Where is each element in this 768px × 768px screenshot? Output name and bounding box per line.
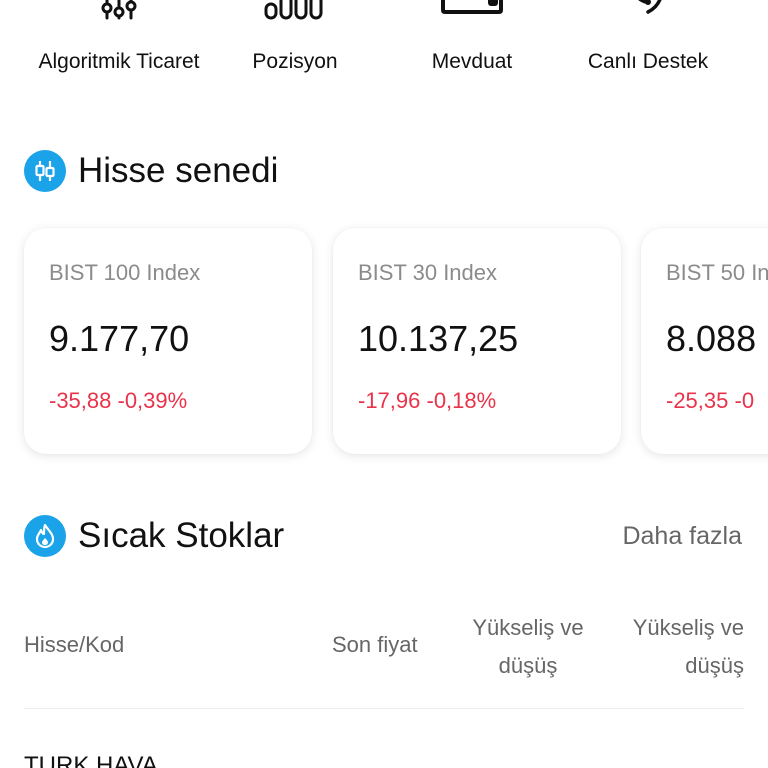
- section-title: Hisse senedi: [78, 151, 279, 190]
- column-header-line: Yükseliş ve: [472, 615, 584, 640]
- column-header-change-percent[interactable]: Yükseliş ve düşüş: [600, 609, 744, 685]
- index-change: -25,35 -0: [666, 388, 755, 413]
- column-header-last-price[interactable]: Son fiyat: [332, 626, 418, 664]
- index-change: -17,96 -0,18%: [358, 388, 497, 413]
- wallet-icon: [441, 0, 503, 14]
- index-card[interactable]: BIST 50 Index 8.088 -25,35 -0: [641, 228, 768, 454]
- index-value: 10.137,25: [358, 318, 519, 359]
- index-cards: BIST 100 Index 9.177,70 -35,88 -0,39% BI…: [0, 228, 768, 458]
- column-header-line: düşüş: [498, 653, 558, 678]
- quick-action-label: Pozisyon: [252, 50, 338, 73]
- index-value: 8.088: [666, 318, 757, 359]
- divider: [24, 708, 744, 709]
- app-page: Algoritmik Ticaret Pozisyon Mevduat Canl…: [0, 0, 768, 768]
- headset-icon: [638, 0, 662, 14]
- sliders-icon: [101, 0, 137, 20]
- more-link[interactable]: Daha fazla: [622, 522, 742, 551]
- quick-actions: Algoritmik Ticaret Pozisyon Mevduat Canl…: [0, 0, 768, 90]
- flame-icon: [24, 515, 66, 557]
- column-header-name[interactable]: Hisse/Kod: [24, 626, 124, 664]
- index-name: BIST 30 Index: [358, 260, 498, 285]
- index-card[interactable]: BIST 30 Index 10.137,25 -17,96 -0,18%: [333, 228, 621, 454]
- index-name: BIST 50 Index: [666, 260, 768, 285]
- candlestick-icon: [24, 150, 66, 192]
- quick-action-label: Canlı Destek: [587, 50, 709, 73]
- index-card[interactable]: BIST 100 Index 9.177,70 -35,88 -0,39%: [24, 228, 312, 454]
- column-header-line: Yükseliş ve: [632, 615, 744, 640]
- stock-row-name[interactable]: TURK HAVA: [24, 752, 158, 768]
- quick-action-label: Algoritmik Ticaret: [38, 50, 200, 73]
- column-header-change[interactable]: Yükseliş ve düşüş: [458, 609, 598, 685]
- column-header-line: düşüş: [685, 653, 744, 678]
- section-title: Sıcak Stoklar: [78, 516, 285, 555]
- index-name: BIST 100 Index: [49, 260, 201, 285]
- index-value: 9.177,70: [49, 318, 190, 359]
- stock-section-header: Hisse senedi: [24, 150, 278, 192]
- quick-action-label: Mevduat: [431, 50, 513, 73]
- hot-stocks-header: Sıcak Stoklar: [24, 515, 284, 557]
- index-change: -35,88 -0,39%: [49, 388, 188, 413]
- bars-icon: [264, 0, 323, 20]
